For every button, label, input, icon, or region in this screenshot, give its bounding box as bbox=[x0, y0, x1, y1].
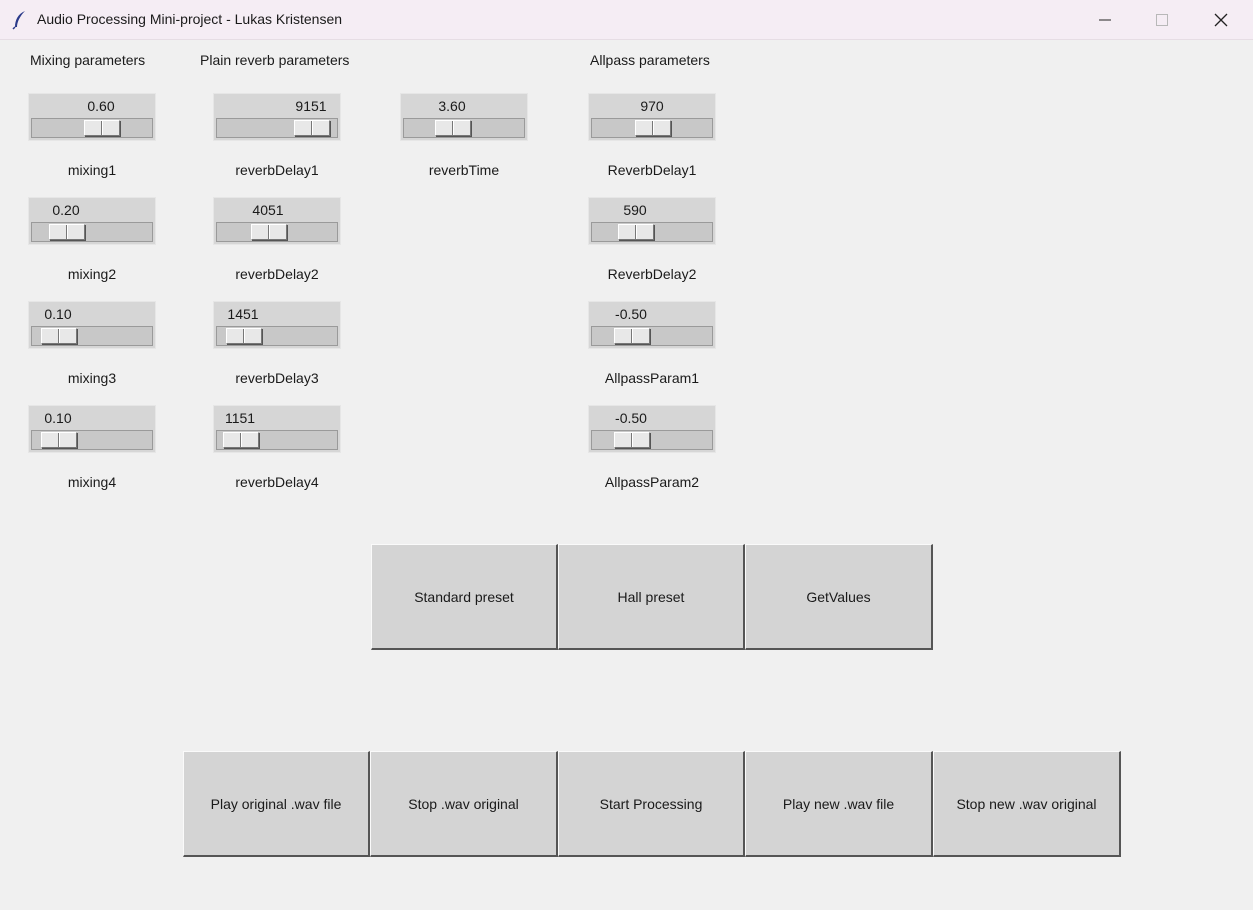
reverb-delay3-label: reverbDelay3 bbox=[235, 370, 319, 386]
reverb-delay2-label: reverbDelay2 bbox=[235, 266, 319, 282]
allpass-param1-slider-handle[interactable] bbox=[614, 328, 650, 344]
mixing2-value: 0.20 bbox=[52, 202, 80, 218]
reverb-delay1-label: reverbDelay1 bbox=[235, 162, 319, 178]
reverb-delay4-scale[interactable]: 1151 bbox=[213, 405, 341, 453]
reverb-delay2-value: 4051 bbox=[252, 202, 284, 218]
reverb-time-trough[interactable] bbox=[403, 118, 525, 138]
reverb-delay4-value: 1151 bbox=[224, 410, 256, 426]
stop-original-button[interactable]: Stop .wav original bbox=[370, 751, 558, 857]
allpass-delay1-slider-handle[interactable] bbox=[635, 120, 671, 136]
title-bar[interactable]: Audio Processing Mini-project - Lukas Kr… bbox=[0, 0, 1253, 40]
allpass-param1-value: -0.50 bbox=[615, 306, 647, 322]
allpass-delay1-value: 970 bbox=[640, 98, 664, 114]
mixing3-label: mixing3 bbox=[67, 370, 117, 386]
mixing4-scale[interactable]: 0.10 bbox=[28, 405, 156, 453]
standard-preset-button[interactable]: Standard preset bbox=[371, 544, 558, 650]
allpass-delay1-trough[interactable] bbox=[591, 118, 713, 138]
allpass-param2-label: AllpassParam2 bbox=[604, 474, 700, 490]
window-title: Audio Processing Mini-project - Lukas Kr… bbox=[37, 11, 343, 27]
reverb-delay1-value: 9151 bbox=[295, 98, 327, 114]
mixing1-scale[interactable]: 0.60 bbox=[28, 93, 156, 141]
mixing1-slider-handle[interactable] bbox=[84, 120, 120, 136]
mixing2-scale[interactable]: 0.20 bbox=[28, 197, 156, 245]
allpass-param1-label: AllpassParam1 bbox=[604, 370, 700, 386]
mixing3-trough[interactable] bbox=[31, 326, 153, 346]
allpass-param1-trough[interactable] bbox=[591, 326, 713, 346]
mixing2-label: mixing2 bbox=[67, 266, 117, 282]
reverb-time-scale[interactable]: 3.60 bbox=[400, 93, 528, 141]
allpass-delay2-label: ReverbDelay2 bbox=[607, 266, 697, 282]
allpass-param2-trough[interactable] bbox=[591, 430, 713, 450]
reverb-time-slider-handle[interactable] bbox=[435, 120, 471, 136]
mixing3-value: 0.10 bbox=[44, 306, 72, 322]
allpass-delay1-label: ReverbDelay1 bbox=[607, 162, 697, 178]
mixing4-label: mixing4 bbox=[67, 474, 117, 490]
play-original-button[interactable]: Play original .wav file bbox=[183, 751, 370, 857]
reverb-delay1-slider-handle[interactable] bbox=[294, 120, 330, 136]
allpass-parameters-heading: Allpass parameters bbox=[590, 52, 710, 68]
minimize-button[interactable] bbox=[1076, 0, 1134, 40]
allpass-delay2-value: 590 bbox=[623, 202, 647, 218]
mixing2-trough[interactable] bbox=[31, 222, 153, 242]
allpass-delay2-trough[interactable] bbox=[591, 222, 713, 242]
minimize-icon bbox=[1099, 14, 1111, 26]
mixing4-value: 0.10 bbox=[44, 410, 72, 426]
allpass-param1-scale[interactable]: -0.50 bbox=[588, 301, 716, 349]
mixing3-scale[interactable]: 0.10 bbox=[28, 301, 156, 349]
close-button[interactable] bbox=[1192, 0, 1250, 40]
maximize-button[interactable] bbox=[1133, 0, 1191, 40]
start-processing-button[interactable]: Start Processing bbox=[558, 751, 745, 857]
reverb-parameters-heading: Plain reverb parameters bbox=[200, 52, 350, 68]
allpass-delay2-slider-handle[interactable] bbox=[618, 224, 654, 240]
maximize-icon bbox=[1156, 14, 1168, 26]
allpass-delay1-scale[interactable]: 970 bbox=[588, 93, 716, 141]
reverb-delay3-scale[interactable]: 1451 bbox=[213, 301, 341, 349]
reverb-time-value: 3.60 bbox=[438, 98, 466, 114]
reverb-delay4-trough[interactable] bbox=[216, 430, 338, 450]
stop-new-button[interactable]: Stop new .wav original bbox=[933, 751, 1121, 857]
mixing2-slider-handle[interactable] bbox=[49, 224, 85, 240]
mixing4-trough[interactable] bbox=[31, 430, 153, 450]
mixing1-value: 0.60 bbox=[87, 98, 115, 114]
allpass-param2-slider-handle[interactable] bbox=[614, 432, 650, 448]
reverb-delay3-slider-handle[interactable] bbox=[226, 328, 262, 344]
reverb-delay4-label: reverbDelay4 bbox=[235, 474, 319, 490]
hall-preset-button[interactable]: Hall preset bbox=[558, 544, 745, 650]
mixing3-slider-handle[interactable] bbox=[41, 328, 77, 344]
mixing4-slider-handle[interactable] bbox=[41, 432, 77, 448]
allpass-delay2-scale[interactable]: 590 bbox=[588, 197, 716, 245]
allpass-param2-scale[interactable]: -0.50 bbox=[588, 405, 716, 453]
reverb-delay1-trough[interactable] bbox=[216, 118, 338, 138]
mixing-parameters-heading: Mixing parameters bbox=[30, 52, 146, 68]
reverb-delay2-trough[interactable] bbox=[216, 222, 338, 242]
reverb-delay4-slider-handle[interactable] bbox=[223, 432, 259, 448]
reverb-delay3-trough[interactable] bbox=[216, 326, 338, 346]
mixing1-label: mixing1 bbox=[67, 162, 117, 178]
reverb-delay1-scale[interactable]: 9151 bbox=[213, 93, 341, 141]
feather-icon bbox=[12, 10, 28, 30]
play-new-button[interactable]: Play new .wav file bbox=[745, 751, 933, 857]
mixing1-trough[interactable] bbox=[31, 118, 153, 138]
reverb-delay3-value: 1451 bbox=[227, 306, 259, 322]
reverb-delay2-scale[interactable]: 4051 bbox=[213, 197, 341, 245]
reverb-time-label: reverbTime bbox=[428, 162, 500, 178]
reverb-delay2-slider-handle[interactable] bbox=[251, 224, 287, 240]
getvalues-button[interactable]: GetValues bbox=[745, 544, 933, 650]
allpass-param2-value: -0.50 bbox=[615, 410, 647, 426]
close-icon bbox=[1214, 13, 1228, 27]
